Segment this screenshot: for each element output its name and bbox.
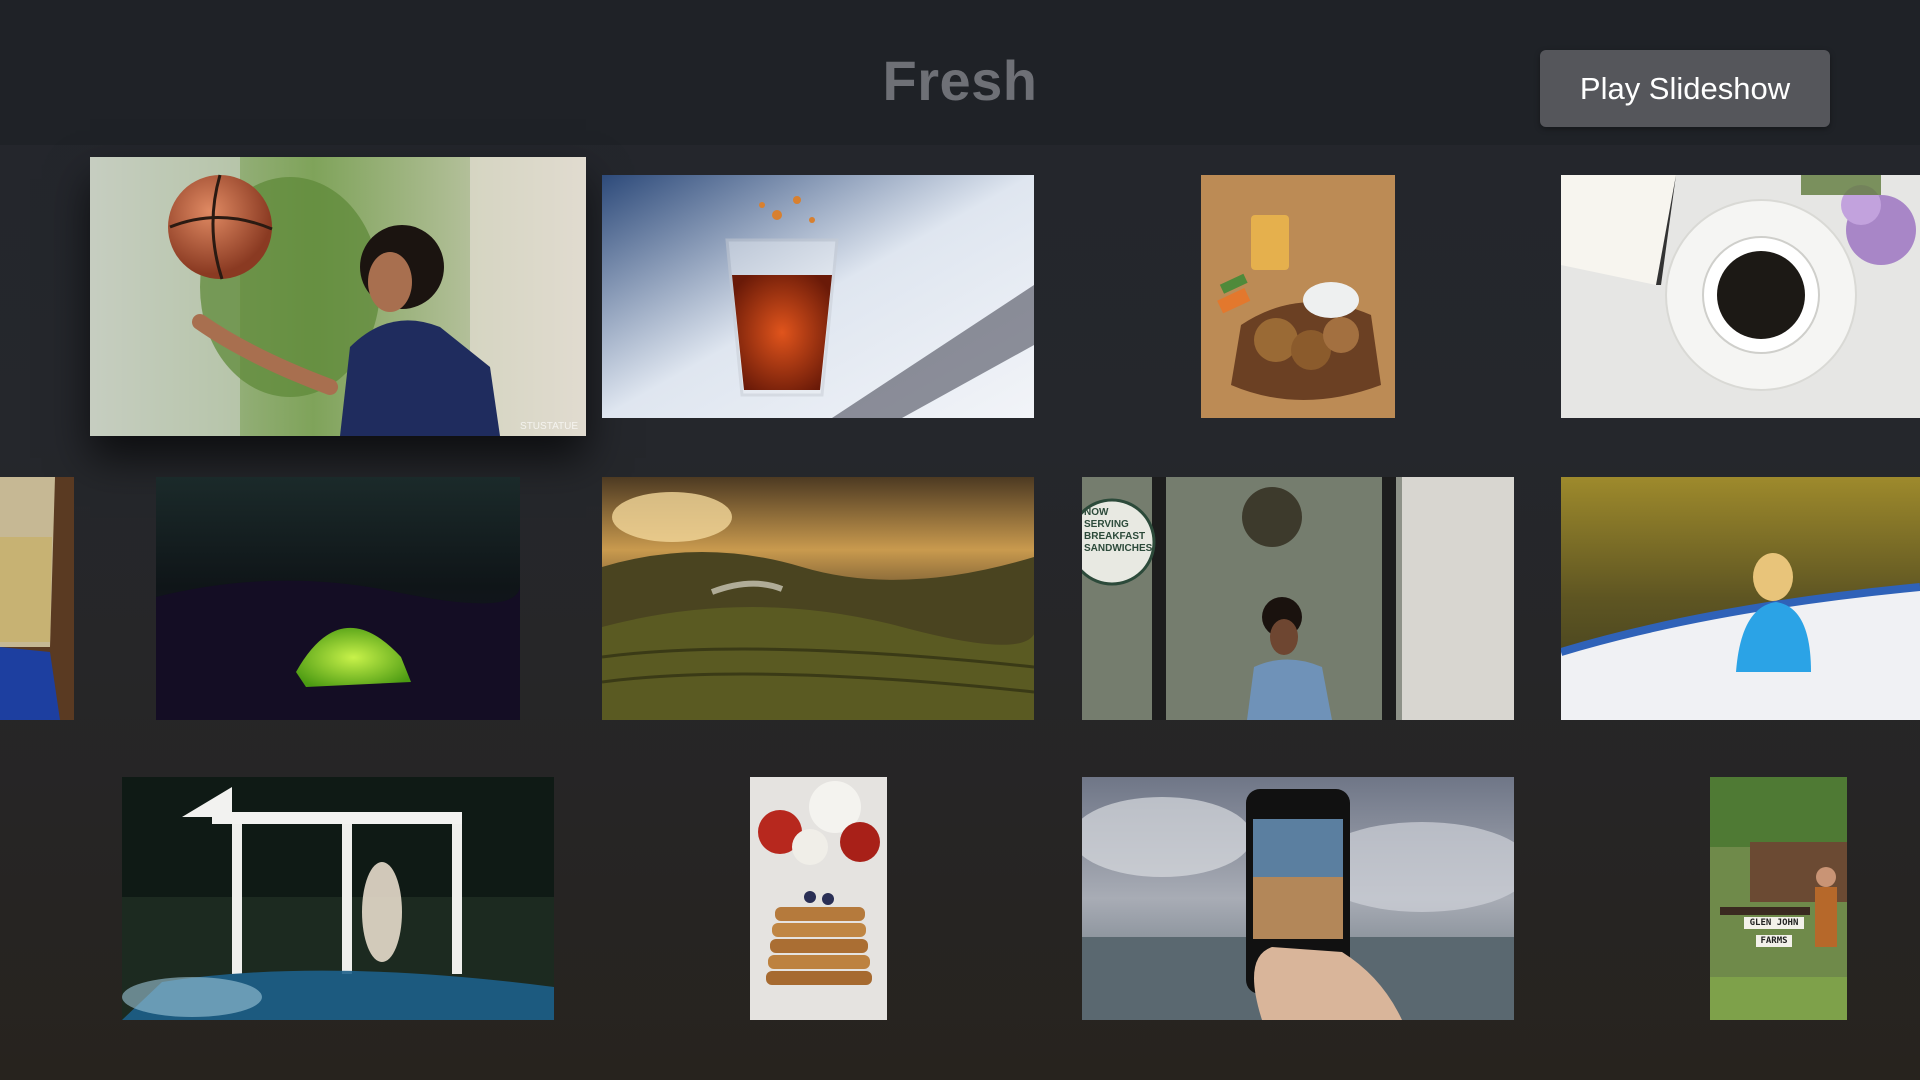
cafe-sign-line4: SANDWICHES (1084, 543, 1153, 554)
photo-tile-farm-sign[interactable]: GLEN JOHN FARMS (1710, 777, 1847, 1020)
photo-watermark: STUSTATUE (520, 421, 578, 432)
photo-green-tent (156, 477, 520, 720)
photo-tile-green-tent[interactable] (156, 477, 520, 720)
photo-phone-sky (1082, 777, 1514, 1020)
cafe-sign-line1: NOW (1084, 507, 1109, 518)
photo-tile-girl-boat[interactable] (1561, 477, 1920, 720)
photo-coffee-book (1561, 175, 1920, 418)
photo-girl-boat (1561, 477, 1920, 720)
farm-sign-line2: FARMS (1756, 935, 1792, 947)
cafe-sign-line2: SERVING (1084, 519, 1129, 530)
photo-wedding-gazebo (122, 777, 554, 1020)
photo-tile-fried-chicken[interactable] (1201, 175, 1395, 418)
photo-fried-chicken (1201, 175, 1395, 418)
photo-farm-sign (1710, 777, 1847, 1020)
cafe-sign-text: NOW SERVING BREAKFAST SANDWICHES (1084, 507, 1153, 555)
photo-cafe-woman (1082, 477, 1514, 720)
photo-tile-phone-sky[interactable] (1082, 777, 1514, 1020)
cafe-sign-line3: BREAKFAST (1084, 531, 1146, 542)
photo-tile-splashing-drink[interactable] (602, 175, 1034, 418)
photo-tile-champagne[interactable] (0, 477, 74, 720)
photo-vineyard-valley (602, 477, 1034, 720)
photo-tile-basketball-boy[interactable]: STUSTATUE (90, 157, 586, 436)
photo-tile-wedding-gazebo[interactable] (122, 777, 554, 1020)
photo-basketball-boy (90, 157, 586, 436)
photo-tile-pancakes[interactable] (750, 777, 887, 1020)
photo-champagne (0, 477, 74, 720)
photo-splashing-drink (602, 175, 1034, 418)
photo-tile-coffee-book[interactable] (1561, 175, 1920, 418)
play-slideshow-button[interactable]: Play Slideshow (1540, 50, 1830, 127)
farm-sign-line1: GLEN JOHN (1744, 917, 1804, 929)
photo-tile-cafe-woman[interactable]: NOW SERVING BREAKFAST SANDWICHES (1082, 477, 1514, 720)
photo-tile-vineyard-valley[interactable] (602, 477, 1034, 720)
photo-pancakes (750, 777, 887, 1020)
farm-sign: GLEN JOHN FARMS (1744, 917, 1804, 947)
